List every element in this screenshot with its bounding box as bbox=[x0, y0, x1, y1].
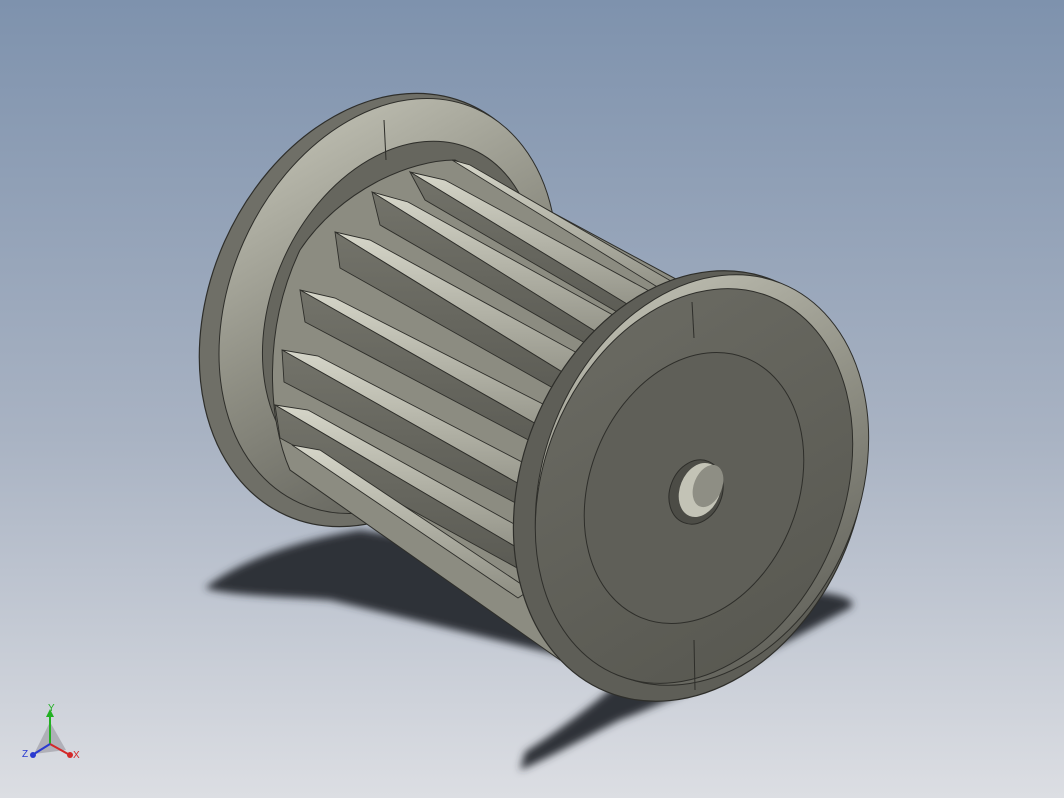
model-view[interactable] bbox=[0, 0, 1064, 798]
z-axis-arrow bbox=[30, 752, 36, 758]
triad-label-x: X bbox=[73, 750, 80, 761]
triad-label-y: Y bbox=[48, 703, 55, 714]
triad-label-z: Z bbox=[22, 749, 29, 760]
3d-graphics-viewport[interactable]: Y Z X bbox=[0, 0, 1064, 798]
orientation-triad[interactable]: Y Z X bbox=[18, 700, 88, 772]
